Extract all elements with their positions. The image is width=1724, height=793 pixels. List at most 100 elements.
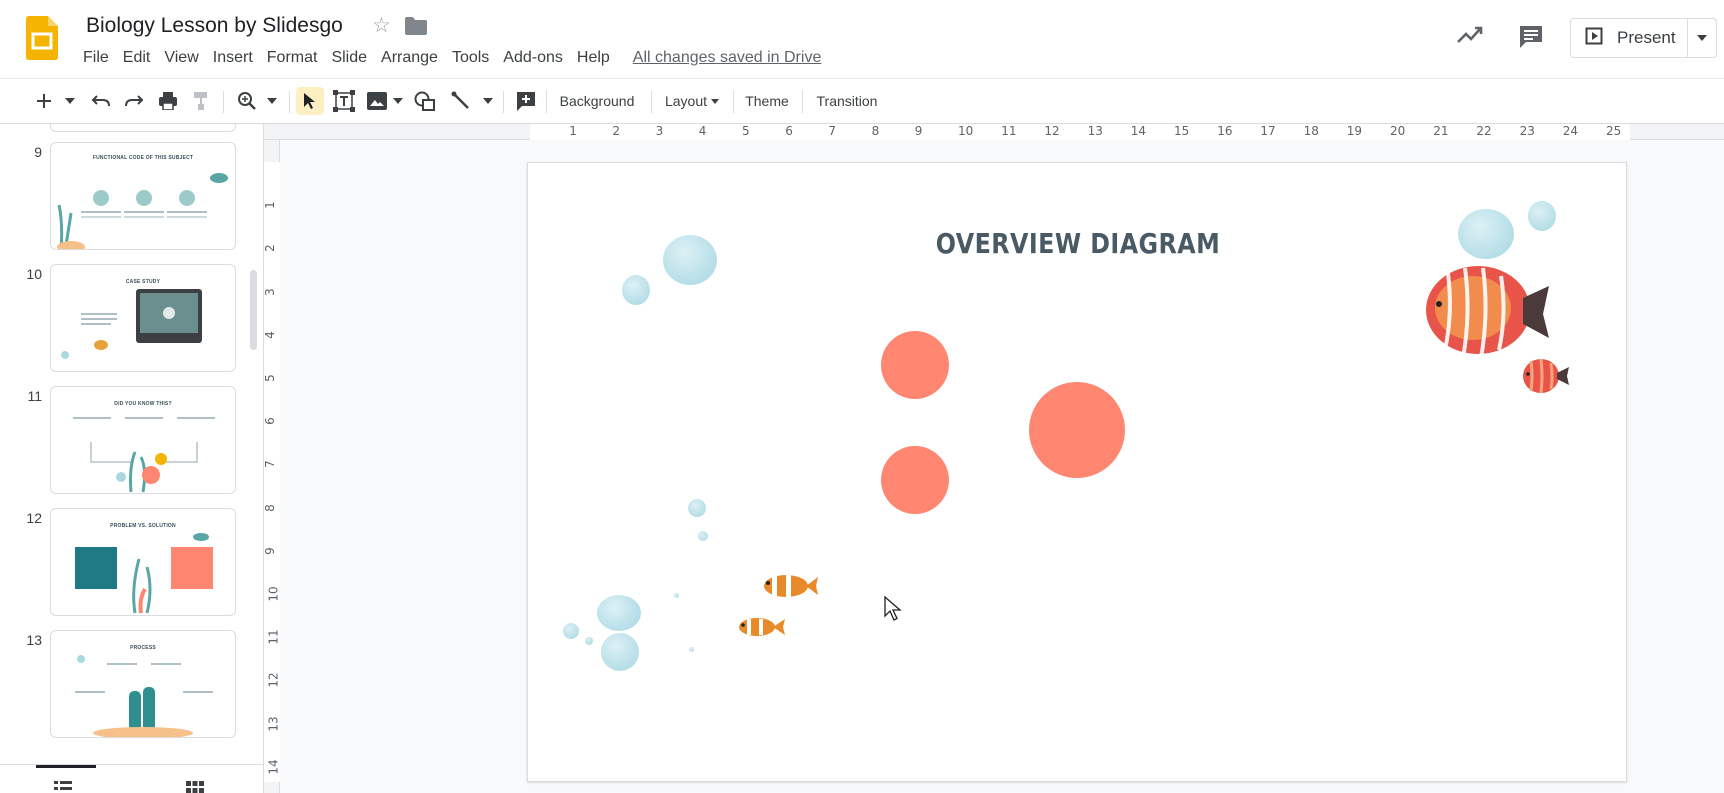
document-title[interactable]: Biology Lesson by Slidesgo [86, 12, 343, 40]
slide-thumbnail-10[interactable]: CASE STUDY [50, 264, 236, 372]
grid-view-button[interactable] [186, 779, 204, 793]
ruler-label: 7 [828, 124, 837, 138]
bubble-decoration [698, 531, 708, 541]
slide-thumbnail-11[interactable]: DID YOU KNOW THIS? [50, 386, 236, 494]
undo-button[interactable] [88, 87, 114, 115]
toolbar-divider [223, 91, 224, 113]
line-tool-dropdown[interactable] [481, 87, 495, 115]
diagram-circle-top[interactable] [881, 331, 949, 399]
slides-logo-icon[interactable] [26, 16, 58, 60]
tropical-fish-illustration [1523, 358, 1569, 394]
toolbar-divider [289, 91, 290, 113]
ruler-label: 12 [266, 672, 281, 689]
bubble-decoration [674, 593, 679, 598]
folder-icon[interactable] [405, 17, 427, 40]
menu-edit[interactable]: Edit [116, 46, 158, 70]
diagram-circle-large[interactable] [1029, 382, 1125, 478]
current-slide[interactable]: OVERVIEW DIAGRAM [527, 162, 1627, 782]
menu-file[interactable]: File [76, 46, 116, 70]
ruler-label: 23 [1519, 124, 1535, 138]
ruler-label: 4 [698, 124, 707, 138]
menu-view[interactable]: View [157, 46, 205, 70]
new-slide-button[interactable] [32, 87, 56, 115]
ruler-label: 5 [742, 124, 750, 138]
menu-slide[interactable]: Slide [324, 46, 374, 70]
undo-icon [91, 95, 110, 107]
menu-format[interactable]: Format [260, 46, 325, 70]
slide-thumbnail-9[interactable]: FUNCTIONAL CODE OF THIS SUBJECT [50, 142, 236, 250]
ruler-label: 21 [1433, 124, 1449, 138]
zoom-icon [238, 92, 256, 110]
ruler-ticks [530, 124, 1630, 140]
theme-button[interactable]: Theme [740, 87, 794, 115]
ruler-label: 3 [262, 287, 277, 296]
star-icon[interactable]: ☆ [372, 14, 391, 38]
diagram-circle-bottom[interactable] [881, 446, 949, 514]
slide-title[interactable]: OVERVIEW DIAGRAM [611, 227, 1546, 260]
line-tool-button[interactable] [448, 87, 474, 115]
menu-arrange[interactable]: Arrange [374, 46, 445, 70]
ruler-label: 2 [262, 244, 277, 253]
comments-icon[interactable] [1518, 24, 1544, 55]
add-comment-button[interactable] [513, 87, 539, 115]
ruler-label: 13 [266, 715, 281, 732]
menu-insert[interactable]: Insert [206, 46, 260, 70]
select-tool-button[interactable] [296, 87, 324, 115]
chevron-down-icon [65, 98, 75, 104]
list-view-icon [54, 781, 72, 790]
ruler-label: 3 [655, 124, 664, 138]
zoom-dropdown[interactable] [264, 87, 280, 115]
layout-button[interactable]: Layout [658, 87, 726, 115]
ruler-label: 14 [266, 759, 281, 775]
theme-label: Theme [745, 93, 789, 109]
chevron-down-icon [711, 98, 720, 104]
present-options-dropdown[interactable] [1688, 19, 1716, 57]
paint-format-button[interactable] [189, 87, 213, 115]
insert-image-dropdown[interactable] [391, 87, 405, 115]
line-icon [451, 91, 469, 109]
menu-help[interactable]: Help [570, 46, 617, 70]
slide-filmstrip[interactable]: 9 FUNCTIONAL CODE OF THIS SUBJECT 10 CAS… [0, 124, 264, 793]
menu-bar: File Edit View Insert Format Slide Arran… [76, 46, 821, 70]
horizontal-ruler[interactable]: 1 2 3 4 5 6 7 8 9 10 11 12 13 14 15 16 17 18 19 20 21 22 23 24 2… [264, 124, 1724, 140]
insert-image-button[interactable] [364, 87, 390, 115]
menu-tools[interactable]: Tools [445, 46, 496, 70]
shape-button[interactable] [412, 87, 438, 115]
chevron-down-icon [267, 98, 277, 104]
text-box-button[interactable] [330, 87, 358, 115]
thumbnail-art [57, 173, 228, 249]
activity-dashboard-icon[interactable] [1456, 24, 1484, 51]
zoom-button[interactable] [234, 87, 260, 115]
ruler-label: 9 [262, 546, 277, 555]
ruler-label: 1 [262, 201, 277, 210]
grid-view-icon [186, 781, 204, 793]
background-button[interactable]: Background [552, 87, 642, 115]
slide-thumbnail-12[interactable]: PROBLEM VS. SOLUTION [50, 508, 236, 616]
transition-button[interactable]: Transition [808, 87, 886, 115]
print-button[interactable] [155, 87, 181, 115]
present-label: Present [1617, 28, 1676, 47]
vertical-ruler[interactable]: 1 2 3 4 5 6 7 8 9 10 11 12 13 14 [262, 140, 281, 793]
slide-thumbnail-13[interactable]: PROCESS [50, 630, 236, 738]
ruler-label: 6 [262, 417, 277, 426]
menu-addons[interactable]: Add-ons [496, 46, 570, 70]
thumbnail-art [75, 655, 213, 737]
ruler-label: 16 [1217, 124, 1233, 138]
redo-button[interactable] [121, 87, 147, 115]
save-status-link[interactable]: All changes saved in Drive [633, 48, 822, 68]
filmstrip-scrollbar[interactable] [250, 270, 257, 350]
present-button[interactable]: Present [1571, 19, 1689, 57]
background-label: Background [559, 93, 635, 109]
header: Biology Lesson by Slidesgo ☆ File Edit V… [0, 0, 1724, 78]
slide-number: 12 [26, 510, 42, 526]
image-icon [367, 92, 387, 110]
ruler-label: 2 [612, 124, 621, 138]
slide-thumbnail-8[interactable] [50, 124, 236, 132]
ruler-label: 17 [1260, 124, 1276, 138]
filmstrip-view-button[interactable] [54, 779, 72, 793]
clownfish-illustration [739, 618, 785, 636]
ruler-label: 5 [262, 374, 277, 382]
new-slide-layout-dropdown[interactable] [62, 87, 78, 115]
bubble-decoration [563, 623, 579, 639]
print-icon [159, 92, 177, 110]
